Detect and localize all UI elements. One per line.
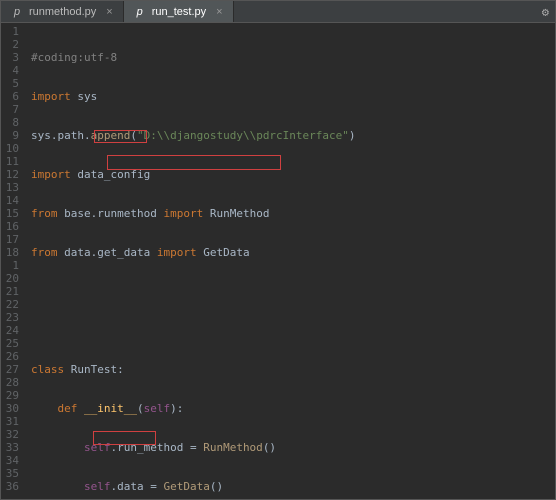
line-number: 35 [5, 467, 19, 480]
line-number: 26 [5, 350, 19, 363]
line-number: 1 [5, 259, 19, 272]
line-number: 7 [5, 103, 19, 116]
tab-bar: p runmethod.py × p run_test.py × ⚙ [1, 1, 555, 23]
line-number: 9 [5, 129, 19, 142]
line-number-gutter: 1234567891011121314151617181202122232425… [1, 23, 27, 499]
line-number: 17 [5, 233, 19, 246]
line-number: 33 [5, 441, 19, 454]
line-number: 31 [5, 415, 19, 428]
line-number: 34 [5, 454, 19, 467]
line-number: 14 [5, 194, 19, 207]
editor-tab-runmethod[interactable]: p runmethod.py × [1, 1, 124, 22]
line-number: 36 [5, 480, 19, 493]
gear-icon[interactable]: ⚙ [542, 5, 549, 19]
line-number: 2 [5, 38, 19, 51]
tab-label: runmethod.py [29, 6, 96, 18]
line-number: 29 [5, 389, 19, 402]
line-number: 27 [5, 363, 19, 376]
tab-label: run_test.py [152, 6, 206, 18]
line-number: 11 [5, 155, 19, 168]
python-file-icon: p [11, 6, 23, 18]
line-number: 28 [5, 376, 19, 389]
line-number: 23 [5, 311, 19, 324]
line-number: 12 [5, 168, 19, 181]
line-number: 18 [5, 246, 19, 259]
line-number: 3 [5, 51, 19, 64]
close-icon[interactable]: × [102, 6, 112, 18]
line-number: 15 [5, 207, 19, 220]
line-number: 20 [5, 272, 19, 285]
line-number: 30 [5, 402, 19, 415]
line-number: 16 [5, 220, 19, 233]
line-number: 13 [5, 181, 19, 194]
close-icon[interactable]: × [212, 6, 222, 18]
python-file-icon: p [134, 6, 146, 18]
line-number: 25 [5, 337, 19, 350]
editor-tab-run-test[interactable]: p run_test.py × [124, 1, 234, 22]
line-number: 5 [5, 77, 19, 90]
line-number: 4 [5, 64, 19, 77]
line-number: 32 [5, 428, 19, 441]
line-number: 8 [5, 116, 19, 129]
code-area[interactable]: #coding:utf-8 import sys sys.path.append… [27, 23, 555, 499]
line-number: 1 [5, 25, 19, 38]
line-number: 24 [5, 324, 19, 337]
line-number: 21 [5, 285, 19, 298]
line-number: 22 [5, 298, 19, 311]
line-number: 10 [5, 142, 19, 155]
code-editor[interactable]: 1234567891011121314151617181202122232425… [1, 23, 555, 499]
line-number: 6 [5, 90, 19, 103]
